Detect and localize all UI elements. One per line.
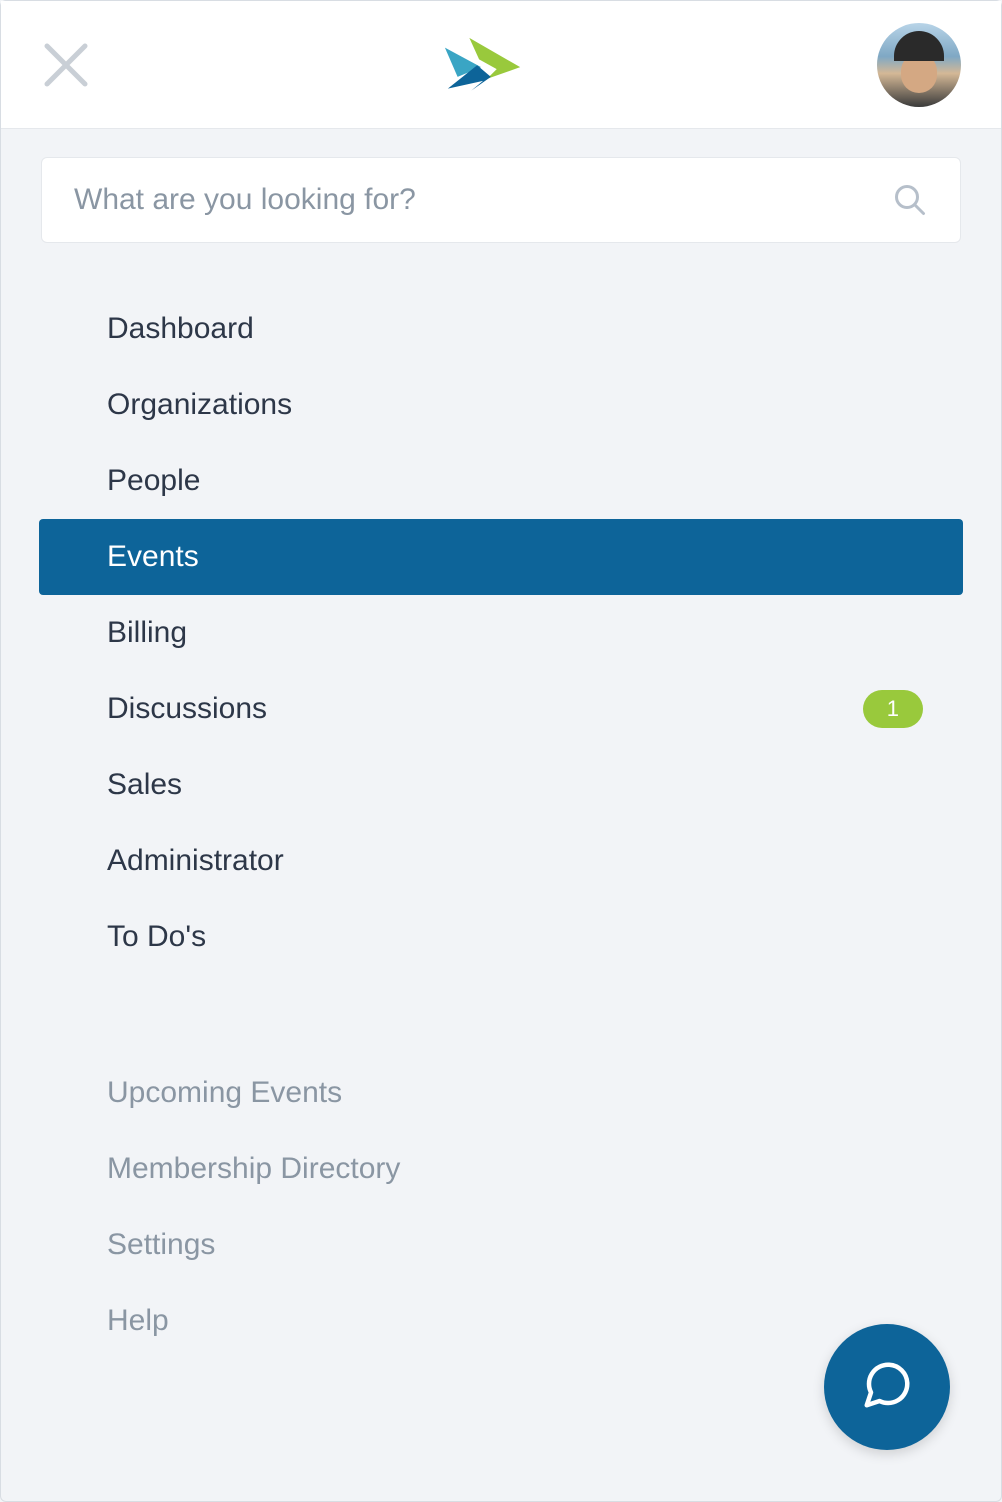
nav-item-billing[interactable]: Billing [39, 595, 963, 671]
secondary-label: Upcoming Events [107, 1076, 342, 1110]
nav-item-people[interactable]: People [39, 443, 963, 519]
nav-item-events[interactable]: Events [39, 519, 963, 595]
nav-item-administrator[interactable]: Administrator [39, 823, 963, 899]
secondary-label: Membership Directory [107, 1152, 400, 1186]
nav-item-dashboard[interactable]: Dashboard [39, 291, 963, 367]
secondary-label: Help [107, 1304, 169, 1338]
search-box[interactable] [41, 157, 961, 243]
nav-item-organizations[interactable]: Organizations [39, 367, 963, 443]
nav-item-sales[interactable]: Sales [39, 747, 963, 823]
chat-icon [860, 1358, 914, 1417]
nav-label: Dashboard [107, 312, 923, 346]
nav-label: To Do's [107, 920, 923, 954]
nav-label: People [107, 464, 923, 498]
secondary-item-settings[interactable]: Settings [39, 1207, 963, 1283]
header [1, 1, 1001, 129]
nav-label: Events [107, 540, 923, 574]
search-container [1, 129, 1001, 271]
nav-label: Billing [107, 616, 923, 650]
chat-button[interactable] [824, 1324, 950, 1450]
nav-label: Sales [107, 768, 923, 802]
secondary-item-upcoming-events[interactable]: Upcoming Events [39, 1055, 963, 1131]
notification-badge: 1 [863, 690, 923, 728]
search-icon [892, 182, 928, 218]
primary-nav: Dashboard Organizations People Events Bi… [1, 271, 1001, 995]
nav-label: Administrator [107, 844, 923, 878]
nav-item-discussions[interactable]: Discussions 1 [39, 671, 963, 747]
brand-logo [440, 29, 528, 101]
nav-item-todos[interactable]: To Do's [39, 899, 963, 975]
secondary-item-help[interactable]: Help [39, 1283, 963, 1359]
nav-label: Discussions [107, 692, 863, 726]
secondary-label: Settings [107, 1228, 215, 1262]
secondary-nav: Upcoming Events Membership Directory Set… [1, 995, 1001, 1359]
secondary-item-membership-directory[interactable]: Membership Directory [39, 1131, 963, 1207]
search-input[interactable] [74, 183, 892, 217]
nav-label: Organizations [107, 388, 923, 422]
avatar[interactable] [877, 23, 961, 107]
close-icon[interactable] [41, 40, 91, 90]
